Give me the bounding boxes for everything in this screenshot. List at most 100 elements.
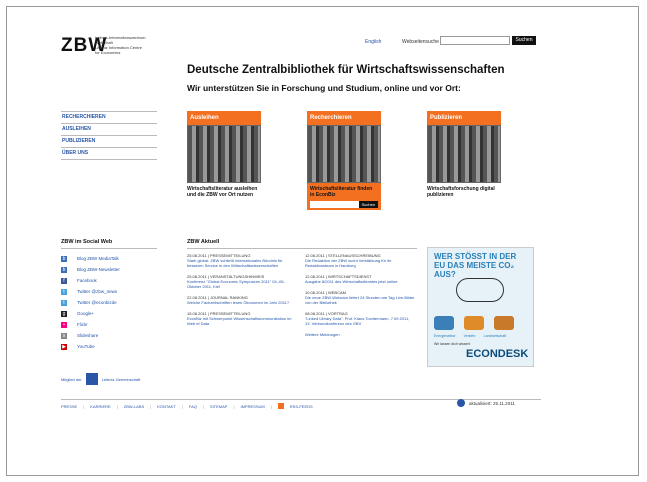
social-item[interactable]: b Blog ZBW MediaTalk <box>61 253 157 264</box>
social-item[interactable]: s Slideshare <box>61 330 157 341</box>
social-label[interactable]: Twitter @econbizde <box>77 300 117 305</box>
search-label: Webseitensuche <box>402 39 439 45</box>
flickr-icon: • <box>61 321 67 328</box>
main-nav: RECHERCHIEREN AUSLEIHEN PUBLIZIEREN ÜBER… <box>61 111 157 160</box>
leibniz-badge[interactable]: Mitglied der Leibniz-Gemeinschaft <box>61 373 140 385</box>
footer-link-kontakt[interactable]: KONTAKT <box>157 404 176 409</box>
updated-text: aktualisiert: 25.11.2011 <box>469 400 515 406</box>
news-link[interactable]: Die neue ZBW-Webcam liefert 24 Stunden a… <box>305 295 415 305</box>
tile-label[interactable]: Ausleihen <box>187 111 261 125</box>
social-item[interactable]: • Flickr <box>61 319 157 330</box>
social-label[interactable]: Blog ZBW-Newsletter <box>77 267 120 272</box>
footer-link-zbw-labs[interactable]: ZBW-LABS <box>124 404 144 409</box>
page: ZBW Leibniz-Informationszentrum Wirtscha… <box>57 29 544 421</box>
ad-item-label: Landwirtschaft <box>483 334 507 338</box>
social-label[interactable]: Slideshare <box>77 333 98 338</box>
news-item[interactable]: 22.08.2011 | JOURNAL RANKING Welche Fachz… <box>187 295 297 305</box>
news-column: 25.08.2011 | PRESSEMITTEILUNG Stark globa… <box>187 253 297 343</box>
cloud-icon <box>456 278 504 302</box>
ad-headline: WER STÖSST IN DER EU DAS MEISTE CO₂ AUS? <box>434 252 517 279</box>
language-link[interactable]: English <box>365 39 381 45</box>
social-item[interactable]: ▶ YouTube <box>61 341 157 352</box>
news-link[interactable]: Ausgabe 8/2011 des Wirtschaftsdienstes j… <box>305 279 415 284</box>
nav-item-ueber-uns[interactable]: ÜBER UNS <box>61 147 157 160</box>
news-column: 12.08.2011 | STELLENAUSSCHREIBUNG Die Red… <box>305 253 415 343</box>
social-label[interactable]: Blog ZBW MediaTalk <box>77 256 119 261</box>
news-link[interactable]: Stark global: ZBW schließt international… <box>187 258 297 268</box>
news-link[interactable]: EconBiz mit Schwerpunkt Wissenschaftskom… <box>187 316 297 326</box>
tile-search-box: Wirtschaftsliteratur finden in EconBiz S… <box>307 183 381 210</box>
nav-item-ausleihen[interactable]: AUSLEIHEN <box>61 123 157 135</box>
cow-icon <box>494 316 514 330</box>
news-title: ZBW Aktuell <box>187 239 220 245</box>
page-subtitle: Wir unterstützen Sie in Forschung und St… <box>187 83 461 93</box>
nav-item-recherchieren[interactable]: RECHERCHIEREN <box>61 111 157 123</box>
slideshare-icon: s <box>61 332 67 339</box>
facebook-icon: f <box>61 277 67 284</box>
tile-caption[interactable]: Wirtschaftsforschung digital publizieren <box>427 186 501 198</box>
blog-icon: b <box>61 266 67 273</box>
tile-caption[interactable]: Wirtschaftsliteratur ausleihen und die Z… <box>187 186 261 198</box>
twitter-icon: t <box>61 288 67 295</box>
news-link[interactable]: "Linked Library Data". Prof. Klaus Tocht… <box>305 316 415 326</box>
news-item[interactable]: 12.08.2011 | WIRTSCHAFTSDIENST Ausgabe 8/… <box>305 274 415 284</box>
news-item[interactable]: 15.08.2011 | PRESSEMITTEILUNG EconBiz mit… <box>187 311 297 326</box>
social-label[interactable]: Flickr <box>77 322 88 327</box>
search-input[interactable] <box>440 36 510 45</box>
page-title: Deutsche Zentralbibliothek für Wirtschaf… <box>187 64 505 76</box>
car-icon <box>464 316 484 330</box>
ad-item-label: Verkehr <box>463 334 476 338</box>
rss-icon[interactable] <box>277 403 284 409</box>
news-item[interactable]: 10.08.2011 | WEBCAM Die neue ZBW-Webcam l… <box>305 290 415 305</box>
tile-label[interactable]: Publizieren <box>427 111 501 125</box>
footer-link-sitemap[interactable]: SITEMAP <box>210 404 228 409</box>
tile-label[interactable]: Recherchieren <box>307 111 381 125</box>
tile-photo[interactable] <box>187 125 261 183</box>
badge-text: Mitglied der <box>61 376 82 382</box>
nav-item-publizieren[interactable]: PUBLIZIEREN <box>61 135 157 147</box>
social-label[interactable]: YouTube <box>77 344 95 349</box>
footer-link-rss[interactable]: RSS-FEEDS <box>290 404 313 409</box>
news-item[interactable]: 25.08.2011 | PRESSEMITTEILUNG Stark globa… <box>187 253 297 268</box>
footer-link-impressum[interactable]: IMPRESSUM <box>241 404 265 409</box>
badge-text: Leibniz-Gemeinschaft <box>101 376 141 382</box>
news-item[interactable]: 12.08.2011 | STELLENAUSSCHREIBUNG Die Red… <box>305 253 415 268</box>
news-link[interactable]: Welche Fachzeitschriften lesen Ökonomen … <box>187 300 297 305</box>
social-item[interactable]: b Blog ZBW-Newsletter <box>61 264 157 275</box>
ad-tagline: Wir lassen dich wissen! <box>434 342 471 346</box>
footer-link-karriere[interactable]: KARRIERE <box>90 404 110 409</box>
news-link[interactable]: Weitere Meldungen <box>305 332 340 337</box>
news-item[interactable]: 25.08.2011 | VERANSTALTUNGSHINWEIS Konfer… <box>187 274 297 289</box>
news-link[interactable]: Die Redaktion der ZBW sucht Verstärkung … <box>305 258 415 268</box>
twitter-icon: t <box>61 299 67 306</box>
econbiz-search-button[interactable]: Suchen <box>358 201 378 208</box>
news-link[interactable]: Konferenz "Global Economic Symposium 201… <box>187 279 297 289</box>
social-label[interactable]: Google+ <box>77 311 94 316</box>
social-item[interactable]: t Twitter @zbw_news <box>61 286 157 297</box>
last-updated: aktualisiert: 25.11.2011 <box>457 399 515 407</box>
search-button[interactable]: Suchen <box>512 36 536 45</box>
econbiz-search-input[interactable] <box>310 201 359 208</box>
social-web-section: ZBW im Social Web b Blog ZBW MediaTalk b B… <box>61 239 157 352</box>
tile-publizieren[interactable]: Publizieren Wirtschaftsforschung digital… <box>427 111 501 198</box>
news-section: ZBW Aktuell 25.08.2011 | PRESSEMITTEILUN… <box>187 239 417 343</box>
footer-link-faq[interactable]: FAQ <box>189 404 197 409</box>
browser-frame: ZBW Leibniz-Informationszentrum Wirtscha… <box>6 6 639 476</box>
social-item[interactable]: t Twitter @econbizde <box>61 297 157 308</box>
tile-ausleihen[interactable]: Ausleihen Wirtschaftsliteratur ausleihen… <box>187 111 261 198</box>
econdesk-ad-banner[interactable]: WER STÖSST IN DER EU DAS MEISTE CO₂ AUS?… <box>427 247 534 367</box>
more-news-link[interactable]: Weitere Meldungen <box>305 332 415 337</box>
social-label[interactable]: Twitter @zbw_news <box>77 289 117 294</box>
ad-item-label: Energiesektor <box>434 334 456 338</box>
social-label[interactable]: Facebook <box>77 278 97 283</box>
social-title: ZBW im Social Web <box>61 239 113 245</box>
news-item[interactable]: 08.08.2011 | VORTRAG "Linked Library Data… <box>305 311 415 326</box>
social-item[interactable]: g Google+ <box>61 308 157 319</box>
tile-photo[interactable] <box>307 125 381 183</box>
footer-link-presse[interactable]: PRESSE <box>61 404 77 409</box>
blog-icon: b <box>61 255 67 262</box>
tile-photo[interactable] <box>427 125 501 183</box>
ad-brand: ECONDESK <box>466 348 529 360</box>
social-item[interactable]: f Facebook <box>61 275 157 286</box>
tile-recherchieren[interactable]: Recherchieren Wirtschaftsliteratur finde… <box>307 111 381 210</box>
